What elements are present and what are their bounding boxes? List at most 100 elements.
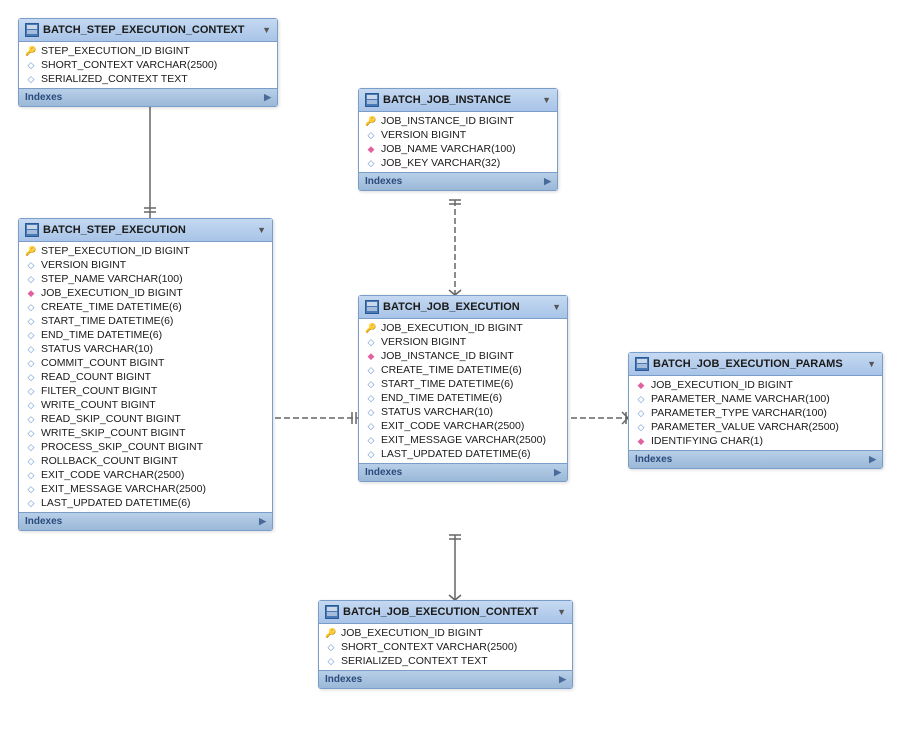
footer-arrow-icon: ▶ bbox=[259, 516, 266, 527]
key-icon: 🔑 bbox=[25, 45, 37, 57]
diamond-icon: ◇ bbox=[25, 259, 37, 271]
table-title: BATCH_JOB_INSTANCE bbox=[383, 94, 511, 106]
diamond-icon: ◇ bbox=[365, 448, 377, 460]
table-row: ◆ JOB_EXECUTION_ID BIGINT bbox=[629, 378, 882, 392]
diamond-icon: ◇ bbox=[25, 329, 37, 341]
key-icon: 🔑 bbox=[325, 627, 337, 639]
table-row: ◇ VERSION BIGINT bbox=[359, 128, 557, 142]
table-row: ◇ READ_SKIP_COUNT BIGINT bbox=[19, 412, 272, 426]
table-footer[interactable]: Indexes ▶ bbox=[19, 512, 272, 530]
table-footer[interactable]: Indexes ▶ bbox=[359, 172, 557, 190]
diamond-icon: ◇ bbox=[25, 455, 37, 467]
table-title: BATCH_JOB_EXECUTION_PARAMS bbox=[653, 358, 843, 370]
table-row: ◇ EXIT_MESSAGE VARCHAR(2500) bbox=[19, 482, 272, 496]
table-row: ◇ SERIALIZED_CONTEXT TEXT bbox=[319, 654, 572, 668]
table-row: ◇ VERSION BIGINT bbox=[359, 335, 567, 349]
table-icon bbox=[25, 223, 39, 237]
diamond-icon: ◇ bbox=[25, 59, 37, 71]
table-body: ◆ JOB_EXECUTION_ID BIGINT ◇ PARAMETER_NA… bbox=[629, 376, 882, 450]
footer-arrow-icon: ▶ bbox=[264, 92, 271, 103]
diamond-icon: ◇ bbox=[365, 392, 377, 404]
table-header-batch-job-execution-params: BATCH_JOB_EXECUTION_PARAMS ▼ bbox=[629, 353, 882, 376]
diagram-canvas: BATCH_STEP_EXECUTION_CONTEXT ▼ 🔑 STEP_EX… bbox=[0, 0, 902, 746]
table-icon bbox=[365, 93, 379, 107]
table-row: ◇ CREATE_TIME DATETIME(6) bbox=[359, 363, 567, 377]
table-batch-step-execution-context: BATCH_STEP_EXECUTION_CONTEXT ▼ 🔑 STEP_EX… bbox=[18, 18, 278, 107]
table-row: ◇ START_TIME DATETIME(6) bbox=[359, 377, 567, 391]
table-row: ◇ VERSION BIGINT bbox=[19, 258, 272, 272]
footer-arrow-icon: ▶ bbox=[559, 674, 566, 685]
table-row: ◇ EXIT_CODE VARCHAR(2500) bbox=[359, 419, 567, 433]
diamond-icon: ◇ bbox=[325, 655, 337, 667]
diamond-icon: ◇ bbox=[365, 129, 377, 141]
table-row: ◇ STEP_NAME VARCHAR(100) bbox=[19, 272, 272, 286]
table-row: ◇ PARAMETER_TYPE VARCHAR(100) bbox=[629, 406, 882, 420]
indexes-label: Indexes bbox=[635, 454, 672, 465]
table-row: ◆ JOB_EXECUTION_ID BIGINT bbox=[19, 286, 272, 300]
table-body: 🔑 JOB_EXECUTION_ID BIGINT ◇ SHORT_CONTEX… bbox=[319, 624, 572, 670]
table-body: 🔑 JOB_EXECUTION_ID BIGINT ◇ VERSION BIGI… bbox=[359, 319, 567, 463]
table-footer[interactable]: Indexes ▶ bbox=[19, 88, 277, 106]
table-batch-step-execution: BATCH_STEP_EXECUTION ▼ 🔑 STEP_EXECUTION_… bbox=[18, 218, 273, 531]
table-row: ◇ FILTER_COUNT BIGINT bbox=[19, 384, 272, 398]
table-row: ◇ START_TIME DATETIME(6) bbox=[19, 314, 272, 328]
table-row: 🔑 JOB_EXECUTION_ID BIGINT bbox=[319, 626, 572, 640]
table-icon bbox=[325, 605, 339, 619]
table-row: ◇ LAST_UPDATED DATETIME(6) bbox=[19, 496, 272, 510]
table-footer[interactable]: Indexes ▶ bbox=[319, 670, 572, 688]
diamond-icon: ◇ bbox=[25, 343, 37, 355]
table-row: ◇ PARAMETER_NAME VARCHAR(100) bbox=[629, 392, 882, 406]
footer-arrow-icon: ▶ bbox=[554, 467, 561, 478]
diamond-filled-icon: ◆ bbox=[365, 143, 377, 155]
table-footer[interactable]: Indexes ▶ bbox=[359, 463, 567, 481]
table-body: 🔑 STEP_EXECUTION_ID BIGINT ◇ SHORT_CONTE… bbox=[19, 42, 277, 88]
table-footer[interactable]: Indexes ▶ bbox=[629, 450, 882, 468]
table-row: ◇ WRITE_COUNT BIGINT bbox=[19, 398, 272, 412]
table-row: ◇ SERIALIZED_CONTEXT TEXT bbox=[19, 72, 277, 86]
table-row: ◆ IDENTIFYING CHAR(1) bbox=[629, 434, 882, 448]
diamond-icon: ◇ bbox=[635, 407, 647, 419]
diamond-icon: ◇ bbox=[635, 393, 647, 405]
dropdown-arrow[interactable]: ▼ bbox=[552, 302, 561, 312]
indexes-label: Indexes bbox=[325, 674, 362, 685]
table-row: ◇ PROCESS_SKIP_COUNT BIGINT bbox=[19, 440, 272, 454]
diamond-icon: ◇ bbox=[365, 157, 377, 169]
table-row: 🔑 STEP_EXECUTION_ID BIGINT bbox=[19, 44, 277, 58]
table-row: 🔑 JOB_INSTANCE_ID BIGINT bbox=[359, 114, 557, 128]
table-row: ◇ WRITE_SKIP_COUNT BIGINT bbox=[19, 426, 272, 440]
indexes-label: Indexes bbox=[25, 92, 62, 103]
diamond-icon: ◇ bbox=[25, 469, 37, 481]
diamond-icon: ◇ bbox=[25, 399, 37, 411]
table-icon bbox=[25, 23, 39, 37]
table-row: ◇ END_TIME DATETIME(6) bbox=[359, 391, 567, 405]
table-body: 🔑 JOB_INSTANCE_ID BIGINT ◇ VERSION BIGIN… bbox=[359, 112, 557, 172]
dropdown-arrow[interactable]: ▼ bbox=[257, 225, 266, 235]
diamond-filled-icon: ◆ bbox=[635, 379, 647, 391]
table-row: ◇ COMMIT_COUNT BIGINT bbox=[19, 356, 272, 370]
table-row: ◇ EXIT_MESSAGE VARCHAR(2500) bbox=[359, 433, 567, 447]
table-header-batch-job-instance: BATCH_JOB_INSTANCE ▼ bbox=[359, 89, 557, 112]
dropdown-arrow[interactable]: ▼ bbox=[542, 95, 551, 105]
dropdown-arrow[interactable]: ▼ bbox=[557, 607, 566, 617]
table-row: ◇ ROLLBACK_COUNT BIGINT bbox=[19, 454, 272, 468]
diamond-icon: ◇ bbox=[25, 413, 37, 425]
dropdown-arrow[interactable]: ▼ bbox=[867, 359, 876, 369]
table-row: 🔑 JOB_EXECUTION_ID BIGINT bbox=[359, 321, 567, 335]
diamond-icon: ◇ bbox=[365, 420, 377, 432]
diamond-icon: ◇ bbox=[25, 273, 37, 285]
table-row: ◇ CREATE_TIME DATETIME(6) bbox=[19, 300, 272, 314]
table-row: 🔑 STEP_EXECUTION_ID BIGINT bbox=[19, 244, 272, 258]
diamond-icon: ◇ bbox=[25, 497, 37, 509]
table-title: BATCH_STEP_EXECUTION bbox=[43, 224, 186, 236]
table-row: ◇ STATUS VARCHAR(10) bbox=[359, 405, 567, 419]
diamond-icon: ◇ bbox=[25, 73, 37, 85]
table-icon bbox=[365, 300, 379, 314]
table-row: ◆ JOB_INSTANCE_ID BIGINT bbox=[359, 349, 567, 363]
table-title: BATCH_JOB_EXECUTION bbox=[383, 301, 520, 313]
diamond-icon: ◇ bbox=[25, 427, 37, 439]
indexes-label: Indexes bbox=[365, 467, 402, 478]
table-title: BATCH_JOB_EXECUTION_CONTEXT bbox=[343, 606, 538, 618]
table-header-batch-job-execution: BATCH_JOB_EXECUTION ▼ bbox=[359, 296, 567, 319]
dropdown-arrow[interactable]: ▼ bbox=[262, 25, 271, 35]
diamond-icon: ◇ bbox=[25, 483, 37, 495]
